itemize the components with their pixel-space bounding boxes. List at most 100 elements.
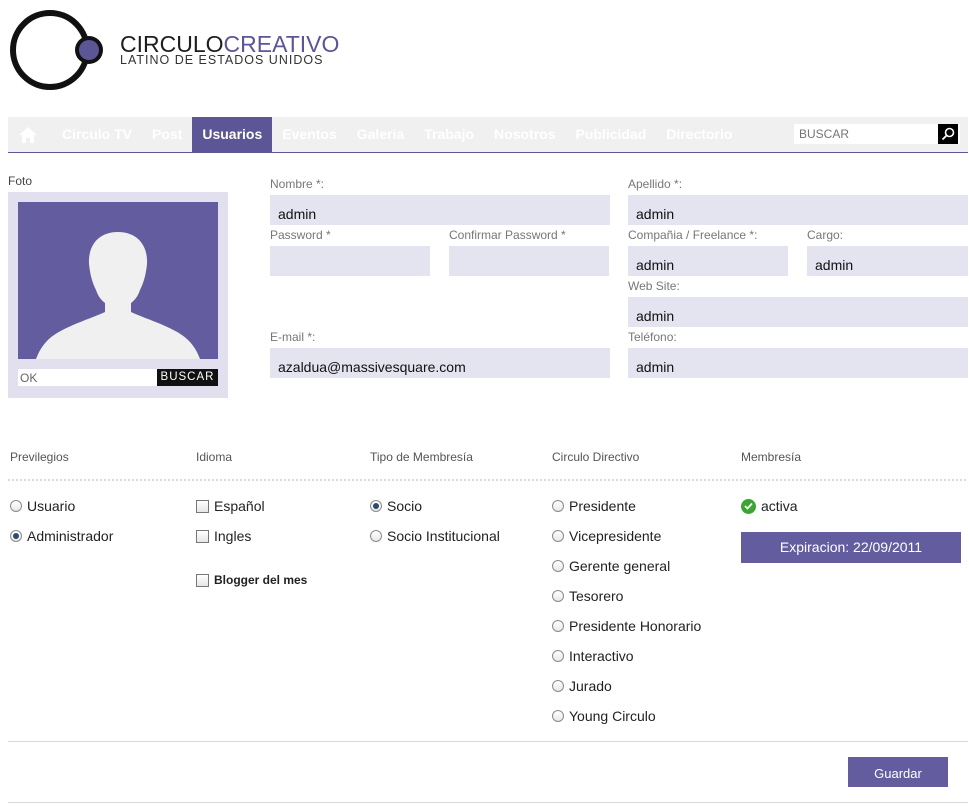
save-button[interactable]: Guardar [848, 757, 948, 787]
nav-search-input[interactable] [794, 124, 960, 144]
circulo-presidente-option[interactable]: Presidente [552, 498, 636, 514]
tipo-socio-option[interactable]: Socio [370, 498, 422, 514]
privilegios-header: Previlegios [10, 450, 69, 464]
circulo-tesorero-radio[interactable] [552, 590, 564, 602]
circulo-tesorero-label: Tesorero [569, 588, 624, 604]
apellido-label: Apellido *: [628, 177, 683, 191]
circulo-jurado-label: Jurado [569, 678, 612, 694]
idioma-espanol-checkbox[interactable] [196, 499, 209, 513]
check-circle-icon [741, 498, 756, 514]
circulo-jurado-radio[interactable] [552, 680, 564, 692]
circulo-jurado-option[interactable]: Jurado [552, 678, 612, 694]
user-silhouette-icon [36, 232, 200, 359]
tipo-socio-institucional-radio[interactable] [370, 530, 382, 542]
idioma-espanol-label: Español [214, 498, 265, 514]
nav-item-publicidad[interactable]: Publicidad [565, 117, 656, 152]
blogger-del-mes-checkbox[interactable] [196, 573, 209, 587]
site-logo[interactable]: CIRCULOCREATIVO LATINO DE ESTADOS UNIDOS [8, 8, 339, 94]
privilegio-administrador-option[interactable]: Administrador [10, 528, 113, 544]
password-field[interactable] [270, 246, 430, 276]
nav-item-directorio[interactable]: Directorio [656, 117, 742, 152]
website-field[interactable] [628, 297, 968, 327]
photo-panel: BUSCAR [8, 192, 228, 398]
circulo-vicepresidente-option[interactable]: Vicepresidente [552, 528, 661, 544]
circulo-interactivo-radio[interactable] [552, 650, 564, 662]
nav-item-galeria[interactable]: Galeria [347, 117, 414, 152]
expiration-button[interactable]: Expiracion: 22/09/2011 [741, 532, 961, 563]
tipo-socio-institucional-label: Socio Institucional [387, 528, 500, 544]
email-field[interactable] [270, 348, 610, 378]
circulo-interactivo-label: Interactivo [569, 648, 634, 664]
circulo-gerente-general-radio[interactable] [552, 560, 564, 572]
privilegio-usuario-option[interactable]: Usuario [10, 498, 75, 514]
nav-items: Circulo TV Post Usuarios Eventos Galeria Trab… [52, 117, 742, 152]
circulo-gerente-general-option[interactable]: Gerente general [552, 558, 670, 574]
section-divider [8, 479, 966, 481]
telefono-field[interactable] [628, 348, 968, 378]
membresia-status: activa [741, 498, 798, 514]
tipo-socio-institucional-option[interactable]: Socio Institucional [370, 528, 500, 544]
nav-item-eventos[interactable]: Eventos [272, 117, 346, 152]
nav-item-nosotros[interactable]: Nosotros [484, 117, 565, 152]
circulo-tesorero-option[interactable]: Tesorero [552, 588, 623, 604]
photo-label: Foto [8, 174, 33, 188]
circulo-presidente-honorario-label: Presidente Honorario [569, 618, 702, 634]
confirm-password-label: Confirmar Password * [449, 228, 566, 242]
membresia-status-label: activa [761, 498, 798, 514]
nav-item-usuarios[interactable]: Usuarios [192, 117, 273, 152]
nombre-field[interactable] [270, 195, 610, 225]
home-icon[interactable] [18, 126, 38, 144]
tipo-socio-label: Socio [387, 498, 423, 514]
apellido-field[interactable] [628, 195, 968, 225]
main-nav: Circulo TV Post Usuarios Eventos Galeria Trab… [8, 117, 968, 153]
idioma-ingles-checkbox[interactable] [196, 529, 209, 543]
idioma-ingles-option[interactable]: Ingles [196, 528, 251, 544]
circulo-presidente-honorario-radio[interactable] [552, 620, 564, 632]
footer-divider-bottom [8, 802, 968, 803]
tipo-membresia-header: Tipo de Membresía [370, 450, 473, 464]
email-label: E-mail *: [270, 330, 316, 344]
blogger-del-mes-option[interactable]: Blogger del mes [196, 573, 307, 587]
nav-item-circulo-tv[interactable]: Circulo TV [52, 117, 142, 152]
circulo-presidente-honorario-option[interactable]: Presidente Honorario [552, 618, 701, 634]
membresia-header: Membresía [741, 450, 802, 464]
nombre-label: Nombre *: [270, 177, 325, 191]
compania-field[interactable] [628, 246, 788, 276]
idioma-ingles-label: Ingles [214, 528, 252, 544]
idioma-header: Idioma [196, 450, 233, 464]
confirm-password-field[interactable] [449, 246, 609, 276]
website-label: Web Site: [628, 279, 680, 293]
avatar [18, 202, 218, 359]
cargo-field[interactable] [807, 246, 968, 276]
tipo-socio-radio[interactable] [370, 500, 382, 512]
nav-item-trabajo[interactable]: Trabajo [414, 117, 484, 152]
privilegio-administrador-radio[interactable] [10, 530, 22, 542]
search-icon [941, 127, 955, 141]
privilegio-usuario-radio[interactable] [10, 500, 22, 512]
circulo-young-circulo-label: Young Circulo [569, 708, 656, 724]
circulo-young-circulo-option[interactable]: Young Circulo [552, 708, 656, 724]
password-label: Password * [270, 228, 331, 242]
circulo-vicepresidente-label: Vicepresidente [569, 528, 662, 544]
circulo-presidente-radio[interactable] [552, 500, 564, 512]
nav-item-post[interactable]: Post [142, 117, 192, 152]
idioma-espanol-option[interactable]: Español [196, 498, 265, 514]
circle-logo-icon [10, 10, 103, 90]
circulo-interactivo-option[interactable]: Interactivo [552, 648, 634, 664]
circulo-vicepresidente-radio[interactable] [552, 530, 564, 542]
brand-tagline: LATINO DE ESTADOS UNIDOS [120, 53, 324, 67]
telefono-label: Teléfono: [628, 330, 677, 344]
footer-divider-top [8, 741, 968, 742]
privilegio-administrador-label: Administrador [27, 528, 114, 544]
circulo-gerente-general-label: Gerente general [569, 558, 671, 574]
compania-label: Compañia / Freelance *: [628, 228, 758, 242]
circulo-presidente-label: Presidente [569, 498, 636, 514]
photo-browse-button[interactable]: BUSCAR [157, 369, 218, 386]
nav-search-button[interactable] [938, 124, 958, 144]
photo-file-input[interactable] [18, 369, 157, 386]
cargo-label: Cargo: [807, 228, 844, 242]
privilegio-usuario-label: Usuario [27, 498, 76, 514]
circulo-young-circulo-radio[interactable] [552, 710, 564, 722]
circulo-directivo-header: Circulo Directivo [552, 450, 640, 464]
blogger-del-mes-label: Blogger del mes [214, 573, 308, 587]
